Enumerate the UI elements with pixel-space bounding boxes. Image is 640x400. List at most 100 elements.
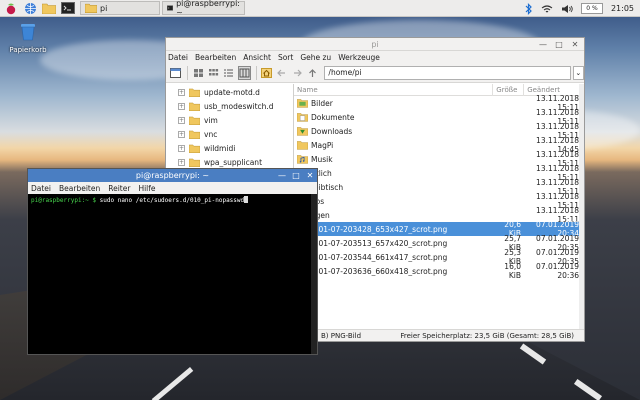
volume-icon[interactable]	[561, 4, 573, 14]
terminal-menubar: Datei Bearbeiten Reiter Hilfe	[28, 182, 317, 194]
menu-reiter[interactable]: Reiter	[108, 184, 130, 193]
file-manager-toolbar: /home/pi ⌄	[166, 63, 584, 83]
expand-icon[interactable]: +	[178, 158, 185, 166]
folder-icon	[189, 130, 200, 139]
trash-desktop-icon[interactable]: Papierkorb	[8, 21, 48, 54]
expand-icon[interactable]: +	[178, 116, 185, 124]
expand-icon[interactable]: +	[178, 144, 185, 152]
file-name: 9-01-07-203544_661x417_scrot.png	[311, 252, 448, 262]
file-name: 9-01-07-203513_657x420_scrot.png	[311, 238, 448, 248]
file-manager-titlebar[interactable]: pi — □ ✕	[166, 38, 584, 51]
web-browser-icon[interactable]	[22, 1, 38, 15]
menu-datei[interactable]: Datei	[31, 184, 51, 193]
forward-button[interactable]	[291, 66, 304, 80]
terminal-command: sudo nano /etc/sudoers.d/010_pi-nopasswd	[96, 197, 245, 204]
close-button[interactable]: ✕	[305, 170, 315, 180]
close-button[interactable]: ✕	[569, 39, 581, 49]
home-button[interactable]	[260, 66, 273, 80]
maximize-button[interactable]: □	[291, 170, 301, 180]
cpu-usage-monitor[interactable]: 0 %	[580, 3, 603, 14]
tree-item[interactable]: + usb_modeswitch.d	[166, 99, 293, 113]
text-cursor	[244, 196, 249, 203]
folder-icon	[189, 158, 200, 167]
menu-bearbeiten[interactable]: Bearbeiten	[59, 184, 100, 193]
tree-item[interactable]: + wpa_supplicant	[166, 155, 293, 169]
file-list: Name Größe Geändert Bilder 13.11.2018 15:…	[294, 84, 584, 329]
up-button[interactable]	[306, 66, 319, 80]
file-name-cell: Dokumente	[294, 112, 494, 122]
menu-ansicht[interactable]: Ansicht	[243, 53, 271, 62]
menu-sort[interactable]: Sort	[278, 53, 293, 62]
menu-werkzeuge[interactable]: Werkzeuge	[338, 53, 380, 62]
taskbar-task-terminal[interactable]: pi@raspberrypi: ~	[162, 0, 245, 17]
path-text: /home/pi	[328, 68, 362, 77]
column-header-name[interactable]: Name	[294, 84, 494, 96]
path-history-dropdown[interactable]: ⌄	[572, 65, 584, 80]
file-name-cell: agen	[294, 210, 494, 220]
path-input[interactable]: /home/pi	[324, 65, 571, 80]
expand-icon[interactable]: +	[178, 130, 185, 138]
trash-icon	[21, 24, 35, 41]
window-title: pi@raspberrypi: ~	[135, 171, 210, 180]
thumbnail-view-button[interactable]	[207, 66, 220, 80]
file-name: Bilder	[311, 98, 333, 108]
tree-item[interactable]: + vnc	[166, 127, 293, 141]
icon-view-icon	[193, 68, 203, 77]
menu-gehe-zu[interactable]: Gehe zu	[300, 53, 331, 62]
tree-item[interactable]: + update-motd.d	[166, 85, 293, 99]
tree-item-label: usb_modeswitch.d	[204, 101, 274, 111]
tree-item[interactable]: + wildmidi	[166, 141, 293, 155]
taskbar-task-file-manager[interactable]: pi	[80, 1, 160, 15]
terminal-prompt: pi@raspberrypi:~ $	[31, 197, 97, 204]
raspberry-menu-icon[interactable]	[3, 1, 19, 15]
file-row[interactable]: 9-01-07-203636_660x418_scrot.png 16,0 KiB…	[294, 262, 584, 280]
bluetooth-icon[interactable]	[525, 2, 533, 15]
folder-icon	[85, 3, 97, 13]
file-name-cell: ntlich	[294, 168, 494, 178]
file-name-cell: 9-01-07-203428_653x427_scrot.png	[294, 224, 494, 234]
expand-icon[interactable]: +	[178, 102, 185, 110]
menu-bearbeiten[interactable]: Bearbeiten	[195, 53, 236, 62]
file-manager-menubar: Datei Bearbeiten Ansicht Sort Gehe zu We…	[166, 51, 584, 63]
taskbar: pi pi@raspberrypi: ~ 0 % 21:05	[0, 0, 640, 17]
column-header-size[interactable]: Größe	[493, 84, 525, 96]
file-list-scrollbar[interactable]	[579, 84, 584, 329]
menu-datei[interactable]: Datei	[168, 53, 188, 62]
tree-item[interactable]: + vim	[166, 113, 293, 127]
thumbnail-view-icon	[208, 68, 219, 75]
file-name-cell: Downloads	[294, 126, 494, 136]
clock[interactable]: 21:05	[611, 4, 634, 13]
menu-hilfe[interactable]: Hilfe	[138, 184, 155, 193]
file-manager-launcher-icon[interactable]	[41, 1, 57, 15]
music-folder-icon	[297, 155, 308, 164]
folder-icon	[297, 141, 308, 150]
chevron-down-icon: ⌄	[575, 68, 582, 77]
compact-view-icon	[224, 68, 234, 77]
wifi-icon[interactable]	[541, 4, 553, 14]
file-size: 16,0 KiB	[504, 262, 521, 280]
terminal-scrollbar[interactable]	[311, 194, 317, 354]
pictures-folder-icon	[297, 99, 308, 108]
documents-folder-icon	[297, 113, 308, 122]
taskbar-task-label: pi	[100, 3, 108, 13]
arrow-right-icon	[293, 69, 302, 76]
compact-view-button[interactable]	[222, 66, 235, 80]
file-name-cell: Bilder	[294, 98, 494, 108]
expand-icon[interactable]: +	[178, 88, 185, 96]
detailed-list-view-icon	[239, 68, 250, 77]
folder-icon	[189, 144, 200, 153]
minimize-button[interactable]: —	[537, 39, 549, 49]
file-name-cell: Musik	[294, 154, 494, 164]
new-tab-button[interactable]	[169, 66, 182, 80]
terminal-titlebar[interactable]: pi@raspberrypi: ~ — □ ✕	[28, 169, 317, 182]
icon-view-button[interactable]	[191, 66, 204, 80]
minimize-button[interactable]: —	[277, 170, 287, 180]
terminal-screen[interactable]: pi@raspberrypi:~ $ sudo nano /etc/sudoer…	[28, 194, 311, 354]
back-button[interactable]	[275, 66, 288, 80]
maximize-button[interactable]: □	[553, 39, 565, 49]
file-name: Dokumente	[311, 112, 355, 122]
terminal-launcher-icon[interactable]	[60, 1, 76, 15]
tree-item-label: vim	[204, 115, 218, 125]
detailed-list-view-button[interactable]	[237, 65, 251, 80]
arrow-left-icon	[277, 69, 286, 76]
